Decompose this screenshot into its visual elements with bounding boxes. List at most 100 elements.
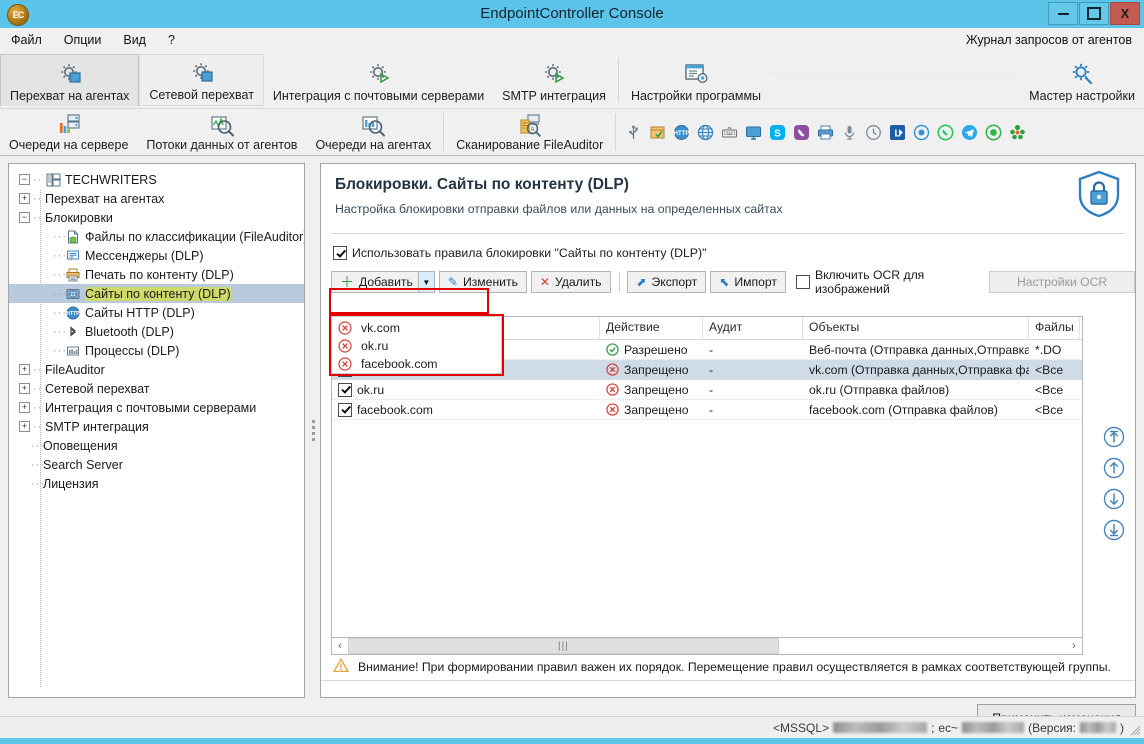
- expander-icon[interactable]: +: [19, 402, 30, 413]
- grid-header-action[interactable]: Действие: [600, 317, 703, 339]
- tree-node-mail-integration[interactable]: + ·· Интеграция с почтовыми серверами: [9, 398, 304, 417]
- maximize-button[interactable]: [1079, 2, 1109, 25]
- status-version-close: ): [1120, 720, 1124, 735]
- expander-icon[interactable]: −: [19, 212, 30, 223]
- skype-icon[interactable]: S: [769, 124, 786, 141]
- ribbon-button-agent-data-streams[interactable]: Потоки данных от агентов: [137, 109, 306, 155]
- table-row[interactable]: facebook.com Запрещено - facebook.com (О…: [332, 400, 1082, 420]
- scroll-left-arrow-icon[interactable]: ‹: [332, 638, 348, 654]
- microphone-icon[interactable]: [841, 124, 858, 141]
- menu-item-file[interactable]: Файл: [0, 31, 53, 49]
- ribbon-button-agent-interception[interactable]: Перехват на агентах: [0, 54, 140, 106]
- tree-node-smtp-integration[interactable]: + ·· SMTP интеграция: [9, 417, 304, 436]
- expander-icon[interactable]: +: [19, 193, 30, 204]
- panel-splitter[interactable]: [307, 163, 319, 698]
- tree-node-files-by-classification[interactable]: ··· Файлы по классификации (FileAuditor): [9, 227, 304, 246]
- ribbon-button-network-interception[interactable]: Сетевой перехват: [139, 54, 264, 106]
- tree-node-processes[interactable]: ··· Процессы (DLP): [9, 341, 304, 360]
- rule-name-cell[interactable]: facebook.com: [332, 402, 600, 417]
- ribbon-button-agent-queues[interactable]: Очереди на агентах: [306, 109, 440, 155]
- tree-node-notifications[interactable]: ··· Оповещения: [9, 436, 304, 455]
- ribbon-button-smtp-integration[interactable]: SMTP интеграция: [493, 54, 615, 106]
- scroll-track[interactable]: |||: [348, 638, 1066, 654]
- tree-node-techwriters[interactable]: − ·· TECHWRITERS: [9, 170, 304, 189]
- viber-icon[interactable]: [793, 124, 810, 141]
- grid-horizontal-scrollbar[interactable]: ‹ ||| ›: [331, 638, 1083, 655]
- export-button[interactable]: ⬈ Экспорт: [627, 271, 707, 293]
- printer-icon[interactable]: [817, 124, 834, 141]
- edit-button[interactable]: ✎ Изменить: [438, 271, 527, 293]
- monitor-icon[interactable]: [745, 124, 762, 141]
- delete-button[interactable]: ✕ Удалить: [530, 271, 611, 293]
- tree-node-network-interception[interactable]: + ·· Сетевой перехват: [9, 379, 304, 398]
- sidebar-item-sites-by-content[interactable]: ··· Сайты по контенту (DLP): [9, 284, 304, 303]
- move-down-button[interactable]: [1103, 488, 1125, 510]
- tree-node-print-by-content[interactable]: ··· Печать по контенту (DLP): [9, 265, 304, 284]
- tree-node-license[interactable]: ··· Лицензия: [9, 474, 304, 493]
- odnoklassniki-icon[interactable]: [1009, 124, 1026, 141]
- use-rules-checkbox[interactable]: [333, 246, 347, 260]
- tree-node-bluetooth[interactable]: ··· Bluetooth (DLP): [9, 322, 304, 341]
- webcam-icon[interactable]: [913, 124, 930, 141]
- menu-item-options[interactable]: Опции: [53, 31, 113, 49]
- rule-name-cell[interactable]: ok.ru: [332, 382, 600, 397]
- ribbon-button-mail-server-integration[interactable]: Интеграция с почтовыми серверами: [264, 54, 493, 106]
- import-button[interactable]: ⬉ Импорт: [710, 271, 786, 293]
- chevron-down-icon: ▼: [422, 277, 431, 287]
- add-button[interactable]: ＋ Добавить ▼: [331, 271, 435, 293]
- tree-node-messengers[interactable]: ··· Мессенджеры (DLP): [9, 246, 304, 265]
- close-button[interactable]: X: [1110, 2, 1140, 25]
- menu-item-help[interactable]: ?: [157, 31, 186, 49]
- scroll-right-arrow-icon[interactable]: ›: [1066, 638, 1082, 654]
- grid-header-audit[interactable]: Аудит: [703, 317, 803, 339]
- tree-node-search-server[interactable]: ··· Search Server: [9, 455, 304, 474]
- menu-item-view[interactable]: Вид: [112, 31, 157, 49]
- agent-requests-log-link[interactable]: Журнал запросов от агентов: [956, 31, 1142, 49]
- ribbon-button-fileauditor-scan[interactable]: A Сканирование FileAuditor: [447, 109, 612, 155]
- grid-header-objects[interactable]: Объекты: [803, 317, 1029, 339]
- ocr-checkbox[interactable]: [795, 275, 810, 289]
- maximize-icon: [1087, 7, 1101, 20]
- rule-enabled-checkbox[interactable]: [338, 402, 352, 417]
- resize-grip-icon[interactable]: [1129, 724, 1141, 736]
- ocr-checkbox-row[interactable]: Включить OCR для изображений: [795, 268, 979, 296]
- whatsapp-icon[interactable]: [937, 124, 954, 141]
- rule-enabled-checkbox[interactable]: [338, 382, 352, 397]
- add-dropdown-caret[interactable]: ▼: [417, 272, 434, 292]
- ribbon-button-setup-wizard[interactable]: Мастер настройки: [1020, 54, 1144, 106]
- http-icon[interactable]: HTTP: [673, 124, 690, 141]
- tree-node-agent-interception[interactable]: + ·· Перехват на агентах: [9, 189, 304, 208]
- move-to-bottom-button[interactable]: [1103, 519, 1125, 541]
- telegram-icon[interactable]: [961, 124, 978, 141]
- expander-icon[interactable]: −: [19, 174, 30, 185]
- use-rules-label: Использовать правила блокировки "Сайты п…: [352, 246, 707, 260]
- sidebar-tree-panel: − ·· TECHWRITERS + ·· Перехват на агента…: [8, 163, 305, 698]
- tree-node-sites-http[interactable]: ··· HTTP Сайты HTTP (DLP): [9, 303, 304, 322]
- expander-icon[interactable]: +: [19, 383, 30, 394]
- move-up-button[interactable]: [1103, 457, 1125, 479]
- grid-header-files[interactable]: Файлы: [1029, 317, 1080, 339]
- tree-node-fileauditor[interactable]: + ·· FileAuditor: [9, 360, 304, 379]
- dropdown-item-vk[interactable]: vk.com: [332, 319, 501, 337]
- minimize-button[interactable]: [1048, 2, 1078, 25]
- tree-node-blocking[interactable]: − ·· Блокировки: [9, 208, 304, 227]
- dropdown-item-facebook[interactable]: facebook.com: [332, 355, 501, 373]
- add-dropdown-menu[interactable]: vk.com ok.ru facebook.com: [331, 316, 502, 374]
- lync-icon[interactable]: L: [889, 124, 906, 141]
- ribbon-button-program-settings[interactable]: Настройки программы: [622, 54, 770, 106]
- usb-icon[interactable]: [625, 124, 642, 141]
- ribbon-button-server-queues[interactable]: Очереди на сервере: [0, 109, 137, 155]
- ocr-settings-button[interactable]: Настройки OCR: [989, 271, 1135, 293]
- clock-icon[interactable]: [865, 124, 882, 141]
- expander-icon[interactable]: +: [19, 421, 30, 432]
- globe-icon[interactable]: [697, 124, 714, 141]
- dropdown-item-ok[interactable]: ok.ru: [332, 337, 501, 355]
- icq-icon[interactable]: [985, 124, 1002, 141]
- clipboard-icon[interactable]: [649, 124, 666, 141]
- expander-icon[interactable]: +: [19, 364, 30, 375]
- move-to-top-button[interactable]: [1103, 426, 1125, 448]
- scroll-thumb[interactable]: |||: [348, 638, 779, 654]
- table-row[interactable]: ok.ru Запрещено - ok.ru (Отправка файлов…: [332, 380, 1082, 400]
- use-rules-checkbox-row[interactable]: Использовать правила блокировки "Сайты п…: [321, 234, 1135, 260]
- keyboard-icon[interactable]: [721, 124, 738, 141]
